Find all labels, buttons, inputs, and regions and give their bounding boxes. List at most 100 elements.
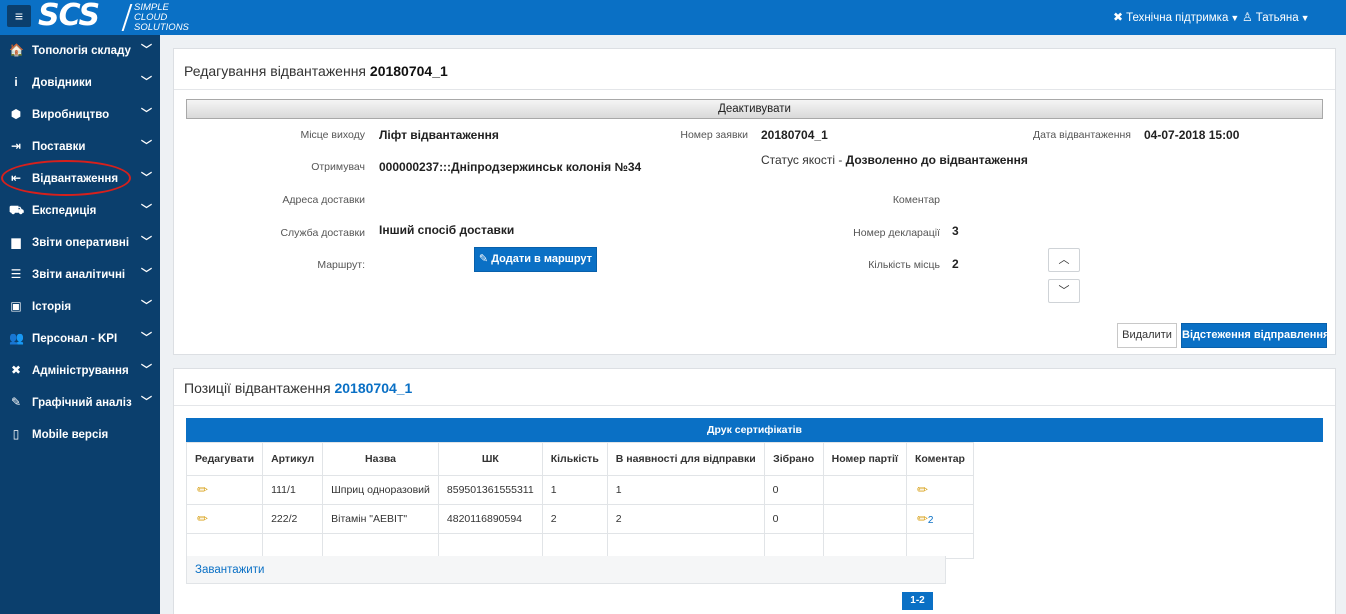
ship-date-label: Дата відвантаження (1033, 129, 1131, 141)
column-header[interactable]: Коментар (905, 442, 974, 476)
sidebar-item-label: Виробництво (32, 109, 110, 121)
ship-date-value: 04-07-2018 15:00 (1144, 128, 1240, 142)
bar-chart-icon: ▆ (11, 235, 21, 249)
barcode-cell: 859501361555311 (437, 475, 543, 505)
user-label: Татьяна (1255, 12, 1299, 24)
sidebar-item[interactable]: ⇥ Поставки ﹀ (0, 131, 160, 163)
logo-divider (121, 4, 133, 31)
sidebar-item-label: Топологія складу (32, 45, 131, 57)
sign-in-icon: ⇥ (10, 139, 22, 153)
print-certificates-button[interactable]: Друк сертифікатів (186, 418, 1323, 442)
declaration-value: 3 (952, 224, 959, 238)
move-down-button[interactable]: ﹀ (1048, 279, 1080, 303)
chevron-down-icon: ﹀ (141, 364, 152, 376)
pencil-icon[interactable]: ✏ (197, 482, 208, 497)
qty-cell: 1 (541, 475, 608, 505)
table-header-row: Редагувати Артикул Назва ШК Кількість В … (185, 442, 974, 476)
sign-out-icon: ⇤ (10, 171, 22, 185)
load-link[interactable]: Завантажити (195, 564, 264, 576)
mobile-icon: ▯ (12, 427, 20, 441)
sidebar-item[interactable]: ☰ Звіти аналітичні ﹀ (0, 259, 160, 291)
panel-title: Позиції відвантаження 20180704_1 (184, 380, 413, 396)
article-cell: 111/1 (262, 475, 324, 505)
comment-cell[interactable]: ✏2 (905, 504, 974, 534)
sidebar-item[interactable]: ⇤ Відвантаження ﹀ (0, 163, 160, 195)
column-header[interactable]: Артикул (262, 442, 324, 476)
add-to-route-button[interactable]: ✎ Додати в маршрут (474, 247, 597, 272)
hamburger-icon: ≡ (14, 8, 24, 24)
truck-icon: ⛟ (9, 203, 25, 217)
places-label: Кількість місць (868, 259, 940, 271)
warehouse-icon: 🏠 (9, 43, 24, 57)
name-cell: Шприц одноразовий (322, 475, 439, 505)
table-footer: Завантажити (186, 556, 946, 584)
column-header[interactable]: Зібрано (763, 442, 824, 476)
deactivate-button[interactable]: Деактивувати (186, 99, 1323, 119)
sidebar-item[interactable]: 🏠 Топологія складу ﹀ (0, 35, 160, 67)
comment-count[interactable]: 2 (928, 515, 934, 526)
menu-toggle-button[interactable]: ≡ (7, 5, 31, 27)
sidebar-item-label: Звіти аналітичні (32, 269, 126, 281)
pencil-icon[interactable]: ✏ (197, 511, 208, 526)
pencil-icon[interactable]: ✏ (917, 511, 928, 526)
column-header[interactable]: Кількість (541, 442, 608, 476)
sidebar-item[interactable]: ⛟ Експедиція ﹀ (0, 195, 160, 227)
column-header[interactable]: Номер партії (822, 442, 907, 476)
chevron-down-icon: ﹀ (141, 268, 152, 280)
support-menu[interactable]: ✖ Технічна підтримка ▼ (1113, 10, 1239, 24)
chevron-down-icon: ﹀ (141, 44, 152, 56)
sidebar: 🏠 Топологія складу ﹀ i Довідники ﹀ ⬢ Виробництв… (0, 35, 160, 614)
chevron-down-icon: ﹀ (141, 396, 152, 408)
top-bar: ≡ SCS SIMPLE CLOUD SOLUTIONS ✖ Технічна п… (0, 0, 1346, 35)
pencil-icon[interactable]: ✏ (917, 482, 928, 497)
edit-chart-icon: ✎ (10, 395, 22, 409)
support-label: Технічна підтримка (1126, 12, 1229, 24)
delete-button[interactable]: Видалити (1117, 323, 1177, 348)
chevron-down-icon: ﹀ (1058, 285, 1070, 297)
user-menu[interactable]: ♙ Татьяна ▼ (1242, 10, 1310, 24)
edit-cell[interactable]: ✏ (185, 475, 264, 505)
caret-down-icon: ▼ (1230, 13, 1240, 23)
column-header[interactable]: ШК (437, 442, 543, 476)
wrench-icon: ✖ (1113, 10, 1124, 24)
sidebar-item[interactable]: ▆ Звіти оперативні ﹀ (0, 227, 160, 259)
collected-cell: 0 (763, 475, 824, 505)
sidebar-item[interactable]: ▯ Mobile версія (0, 419, 160, 451)
sidebar-item[interactable]: ✎ Графічний аналіз ﹀ (0, 387, 160, 419)
column-header[interactable]: В наявності для відправки (606, 442, 765, 476)
caret-down-icon: ▼ (1300, 13, 1310, 23)
comment-cell[interactable]: ✏ (905, 475, 974, 505)
list-icon: ☰ (10, 267, 22, 281)
delivery-label: Служба доставки (280, 227, 365, 239)
column-header[interactable]: Назва (322, 442, 439, 476)
sidebar-item[interactable]: 👥 Персонал - KPI ﹀ (0, 323, 160, 355)
sidebar-item[interactable]: ▣ Історія ﹀ (0, 291, 160, 323)
sidebar-item-label: Історія (32, 301, 72, 313)
edit-cell[interactable]: ✏ (185, 504, 264, 534)
divider (174, 405, 1335, 406)
recipient-label: Отримувач (311, 161, 365, 173)
barcode-cell: 4820116890594 (437, 504, 543, 534)
pagination-button[interactable]: 1-2 (902, 592, 933, 610)
chevron-up-icon: ︿ (1058, 254, 1070, 266)
available-cell: 1 (606, 475, 765, 505)
article-cell: 222/2 (262, 504, 324, 534)
places-value: 2 (952, 257, 959, 271)
recipient-value: 000000237:::Дніпродзержинськ колонія №34 (379, 160, 642, 174)
divider (174, 89, 1335, 90)
table-row: ✏ 111/1 Шприц одноразовий 85950136155531… (185, 475, 974, 505)
logo-subtitle: SIMPLE CLOUD SOLUTIONS (134, 2, 189, 33)
move-up-button[interactable]: ︿ (1048, 248, 1080, 272)
sidebar-item[interactable]: i Довідники ﹀ (0, 67, 160, 99)
sidebar-item[interactable]: ⬢ Виробництво ﹀ (0, 99, 160, 131)
sidebar-item-label: Персонал - KPI (32, 333, 118, 345)
positions-table: Редагувати Артикул Назва ШК Кількість В … (185, 442, 974, 559)
exit-place-label: Місце виходу (300, 129, 365, 141)
track-shipment-button[interactable]: Відстеження відправлення (1181, 323, 1329, 348)
chevron-down-icon: ﹀ (141, 332, 152, 344)
batch-cell (822, 504, 907, 534)
column-header[interactable]: Редагувати (185, 442, 264, 476)
sidebar-item[interactable]: ✖ Адміністрування ﹀ (0, 355, 160, 387)
available-cell: 2 (606, 504, 765, 534)
name-cell: Вітамін "АЕВІТ" (322, 504, 439, 534)
